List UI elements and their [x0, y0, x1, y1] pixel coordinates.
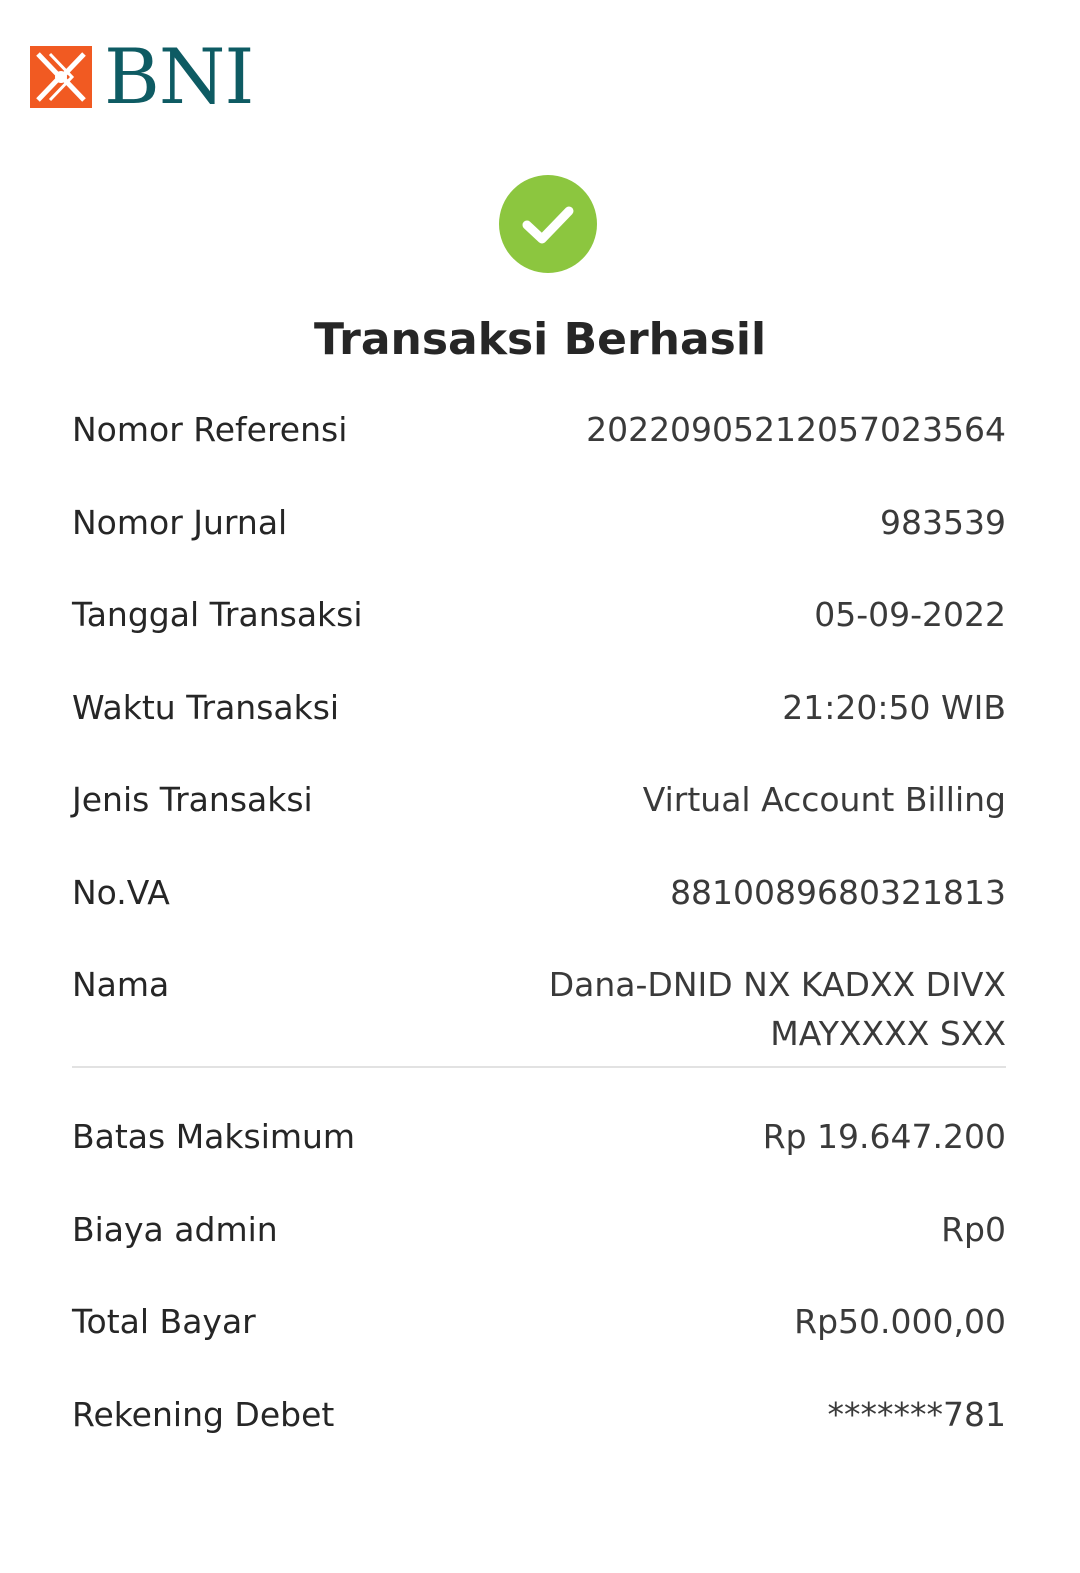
- detail-label: Waktu Transaksi: [72, 687, 340, 727]
- page-title: Transaksi Berhasil: [313, 314, 767, 365]
- detail-label: No.VA: [72, 872, 170, 912]
- detail-row-name: Nama Dana-DNID NX KADXX DIVX MAYXXXX SXX: [72, 960, 1006, 1058]
- detail-row-type: Jenis Transaksi Virtual Account Billing: [72, 775, 1006, 868]
- detail-label: Jenis Transaksi: [72, 780, 313, 819]
- payment-label: Biaya admin: [72, 1209, 278, 1249]
- detail-label: Tanggal Transaksi: [72, 595, 363, 634]
- payment-value: Rp 19.647.200: [762, 1117, 1006, 1156]
- detail-value: 8810089680321813: [670, 872, 1006, 912]
- detail-row-va-number: No.VA 8810089680321813: [72, 868, 1006, 961]
- payment-label: Rekening Debet: [72, 1394, 335, 1434]
- receipt-page: BNI Transaksi Berhasil Nomor Referensi 2…: [0, 0, 1080, 1573]
- detail-value: 05-09-2022: [814, 595, 1006, 634]
- bni-logo: BNI: [30, 32, 254, 121]
- bni-logo-mark-icon: [30, 46, 92, 108]
- transaction-details: Nomor Referensi 20220905212057023564 Nom…: [72, 405, 1006, 1482]
- detail-value: 983539: [880, 502, 1006, 542]
- section-divider: [72, 1066, 1006, 1068]
- payment-row-max-limit: Batas Maksimum Rp 19.647.200: [72, 1112, 1006, 1205]
- payment-row-debit-account: Rekening Debet *******781: [72, 1390, 1006, 1483]
- detail-row-journal: Nomor Jurnal 983539: [72, 498, 1006, 591]
- bni-logo-text: BNI: [104, 32, 254, 121]
- detail-row-reference: Nomor Referensi 20220905212057023564: [72, 405, 1006, 498]
- detail-label: Nomor Jurnal: [72, 502, 288, 542]
- payment-value: *******781: [827, 1394, 1007, 1434]
- detail-label: Nomor Referensi: [72, 410, 348, 449]
- detail-label: Nama: [72, 965, 170, 1004]
- detail-value: Dana-DNID NX KADXX DIVX MAYXXXX SXX: [548, 965, 1006, 1053]
- payment-label: Total Bayar: [72, 1302, 256, 1341]
- detail-value: 21:20:50 WIB: [782, 687, 1006, 727]
- payment-value: Rp0: [941, 1209, 1006, 1249]
- detail-value: 20220905212057023564: [586, 410, 1006, 449]
- detail-value: Virtual Account Billing: [642, 780, 1006, 819]
- payment-row-total: Total Bayar Rp50.000,00: [72, 1297, 1006, 1390]
- detail-row-time: Waktu Transaksi 21:20:50 WIB: [72, 683, 1006, 776]
- payment-label: Batas Maksimum: [72, 1117, 356, 1156]
- payment-value: Rp50.000,00: [794, 1302, 1006, 1341]
- payment-row-admin-fee: Biaya admin Rp0: [72, 1205, 1006, 1298]
- check-circle-icon: [499, 175, 597, 273]
- detail-row-date: Tanggal Transaksi 05-09-2022: [72, 590, 1006, 683]
